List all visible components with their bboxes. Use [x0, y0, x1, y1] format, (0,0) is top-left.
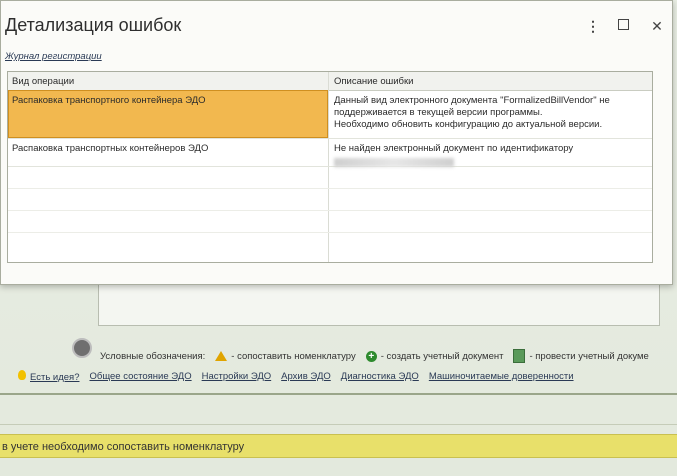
more-icon[interactable]: ⋮ — [586, 19, 600, 33]
description-line: поддерживается в текущей версии программ… — [334, 107, 543, 118]
column-header-operation[interactable]: Вид операции — [12, 76, 74, 87]
legend-item-create: - создать учетный документ — [380, 350, 504, 362]
legend-label: Условные обозначения: — [100, 350, 206, 362]
cell-operation: Распаковка транспортных контейнеров ЭДО — [12, 143, 209, 154]
event-log-link[interactable]: Журнал регистрации — [5, 51, 102, 62]
lightbulb-icon — [18, 369, 26, 380]
document-icon — [513, 349, 526, 363]
legend-item-map: - сопоставить номенклатуру — [231, 350, 356, 362]
errors-table[interactable]: Вид операции Описание ошибки Распаковка … — [7, 71, 653, 263]
cell-operation: Распаковка транспортного контейнера ЭДО — [12, 95, 206, 106]
description-line: Данный вид электронного документа "Forma… — [334, 95, 610, 106]
row-line — [8, 232, 652, 233]
cell-description: Данный вид электронного документа "Forma… — [334, 95, 644, 131]
close-icon[interactable]: ✕ — [650, 19, 664, 33]
plus-circle-icon: + — [365, 350, 377, 362]
bottom-links: Есть идея? Общее состояние ЭДО Настройки… — [18, 369, 574, 383]
warning-icon — [215, 351, 228, 361]
table-row[interactable]: Распаковка транспортного контейнера ЭДО … — [8, 90, 652, 139]
divider — [0, 424, 677, 425]
window-controls: ⋮ ✕ — [586, 19, 664, 33]
description-line: Необходимо обновить конфигурацию до акту… — [334, 119, 603, 130]
link-edo-diagnostics[interactable]: Диагностика ЭДО — [341, 371, 419, 382]
redacted-value — [334, 157, 454, 167]
legend: Условные обозначения: - сопоставить номе… — [100, 349, 649, 363]
status-bar: в учете необходимо сопоставить номенклат… — [0, 434, 677, 458]
link-power-of-attorney[interactable]: Машиночитаемые доверенности — [429, 371, 574, 382]
description-line: Не найден электронный документ по иденти… — [334, 143, 574, 154]
link-idea[interactable]: Есть идея? — [30, 372, 79, 383]
round-button[interactable] — [72, 338, 92, 358]
link-edo-status[interactable]: Общее состояние ЭДО — [89, 371, 191, 382]
row-line — [8, 210, 652, 211]
column-header-description[interactable]: Описание ошибки — [334, 76, 413, 87]
maximize-icon — [618, 19, 629, 30]
maximize-button[interactable] — [618, 19, 632, 33]
table-row[interactable]: Распаковка транспортных контейнеров ЭДО … — [8, 138, 652, 167]
link-edo-archive[interactable]: Архив ЭДО — [281, 371, 331, 382]
legend-item-post: - провести учетный докуме — [529, 350, 649, 362]
row-line — [8, 188, 652, 189]
table-header: Вид операции Описание ошибки — [8, 72, 652, 91]
error-details-dialog: Детализация ошибок ⋮ ✕ Журнал регистраци… — [0, 0, 673, 285]
divider — [0, 393, 677, 395]
cell-description: Не найден электронный документ по иденти… — [334, 143, 644, 169]
dialog-title: Детализация ошибок — [5, 15, 182, 35]
link-edo-settings[interactable]: Настройки ЭДО — [202, 371, 272, 382]
